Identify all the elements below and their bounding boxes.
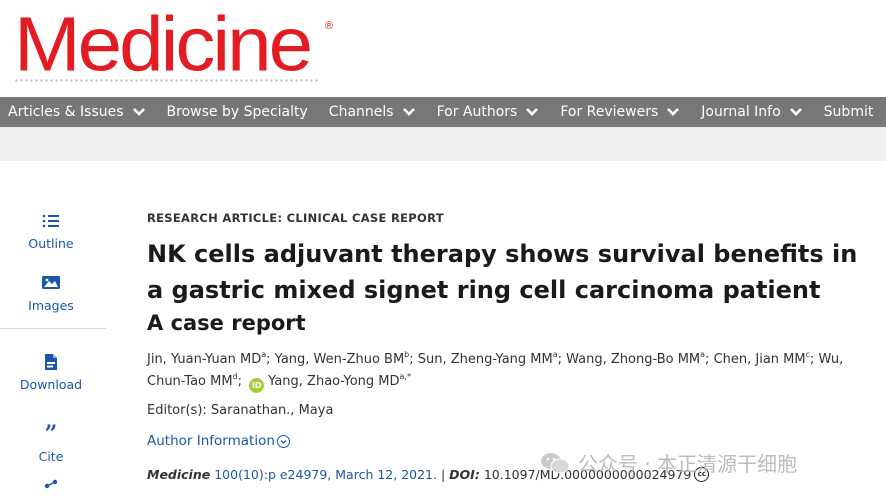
sidebar-item-images[interactable]: Images — [0, 266, 102, 328]
sidebar-item-download[interactable]: Download — [0, 329, 102, 411]
nav-item-label: Articles & Issues — [8, 104, 124, 120]
sidebar-item-label: Cite — [38, 449, 64, 464]
orcid-icon[interactable]: iD — [249, 378, 265, 393]
watermark-text: 公众号 · 本正清源干细胞 — [578, 452, 798, 476]
nav-item-journal-info[interactable]: Journal Info — [701, 104, 802, 120]
author-name[interactable]: Yang, Wen-Zhuo BM — [275, 352, 405, 367]
nav-item-label: Journal Info — [701, 104, 781, 120]
journal-logo[interactable]: Medicine ® — [14, 1, 333, 87]
chevron-down-icon — [402, 108, 415, 116]
sidebar-item-outline[interactable]: Outline — [0, 210, 102, 266]
nav-item-label: Submit — [823, 104, 874, 120]
nav-item-label: For Reviewers — [560, 104, 659, 120]
chevron-down-icon — [789, 108, 802, 116]
cite-quote-icon: ” — [44, 421, 58, 447]
doi-label: DOI: — [449, 467, 480, 482]
share-icon — [44, 479, 58, 493]
affiliation-marker: a,* — [399, 372, 411, 381]
author-name[interactable]: Wang, Zhong-Bo MM — [566, 352, 700, 367]
images-icon — [41, 272, 61, 294]
sidebar-item-cite[interactable]: ” Cite — [0, 411, 102, 471]
article-subtitle: A case report — [147, 311, 306, 335]
nav-item-label: For Authors — [436, 104, 518, 120]
chevron-down-icon — [132, 108, 145, 116]
author-name[interactable]: Yang, Zhao-Yong MD — [268, 374, 399, 389]
article-type-label: RESEARCH ARTICLE: CLINICAL CASE REPORT — [147, 211, 444, 225]
logo-text: Medicine — [14, 1, 313, 87]
nav-item-browse-by-specialty[interactable]: Browse by Specialty — [167, 104, 308, 120]
nav-item-for-authors[interactable]: For Authors — [437, 104, 540, 120]
outline-list-icon — [42, 210, 60, 232]
author-name[interactable]: Jin, Yuan-Yuan MD — [147, 352, 261, 367]
nav-item-articles-issues[interactable]: Articles & Issues — [8, 104, 146, 120]
sub-nav-bar — [0, 127, 886, 161]
chevron-down-icon — [667, 108, 680, 116]
main-nav: Articles & Issues Browse by Specialty Chan… — [0, 97, 886, 127]
download-pdf-icon — [44, 351, 58, 373]
author-name[interactable]: Sun, Zheng-Yang MM — [418, 352, 553, 367]
author-separator: ; — [266, 352, 275, 367]
article-tools-sidebar: Outline Images Download ” Cite — [0, 210, 106, 491]
sidebar-item-label: Outline — [28, 236, 74, 251]
sidebar-item-share[interactable] — [0, 471, 102, 491]
logo-dotted-rule — [14, 78, 320, 84]
journal-name: Medicine — [147, 467, 211, 482]
author-separator: ; — [810, 352, 819, 367]
sidebar-item-label: Download — [19, 377, 83, 392]
editors-line: Editor(s): Saranathan., Maya — [147, 403, 334, 418]
nav-item-submit[interactable]: Submit — [824, 104, 874, 120]
author-separator: ; — [409, 352, 418, 367]
author-information-label: Author Information — [147, 433, 275, 449]
issue-link[interactable]: 100(10):p e24979, March 12, 2021. — [214, 467, 437, 482]
sidebar-item-label: Images — [28, 298, 74, 313]
registered-mark: ® — [324, 20, 333, 32]
author-list: Jin, Yuan-Yuan MDa; Yang, Wen-Zhuo BMb; … — [147, 349, 867, 393]
chevron-down-icon — [526, 108, 539, 116]
author-separator: ; — [705, 352, 714, 367]
article-title: NK cells adjuvant therapy shows survival… — [147, 240, 858, 304]
author-separator: ; — [237, 374, 247, 389]
nav-item-channels[interactable]: Channels — [329, 104, 416, 120]
wechat-watermark: 公众号 · 本正清源干细胞 — [540, 448, 797, 477]
wechat-icon — [541, 452, 570, 473]
nav-item-label: Browse by Specialty — [166, 104, 308, 120]
author-separator: ; — [557, 352, 567, 367]
nav-item-for-reviewers[interactable]: For Reviewers — [560, 104, 680, 120]
nav-item-label: Channels — [328, 104, 394, 120]
author-information-toggle[interactable]: Author Information — [147, 433, 290, 449]
author-name[interactable]: Chen, Jian MM — [714, 352, 806, 367]
chevron-down-circle-icon — [276, 434, 290, 448]
